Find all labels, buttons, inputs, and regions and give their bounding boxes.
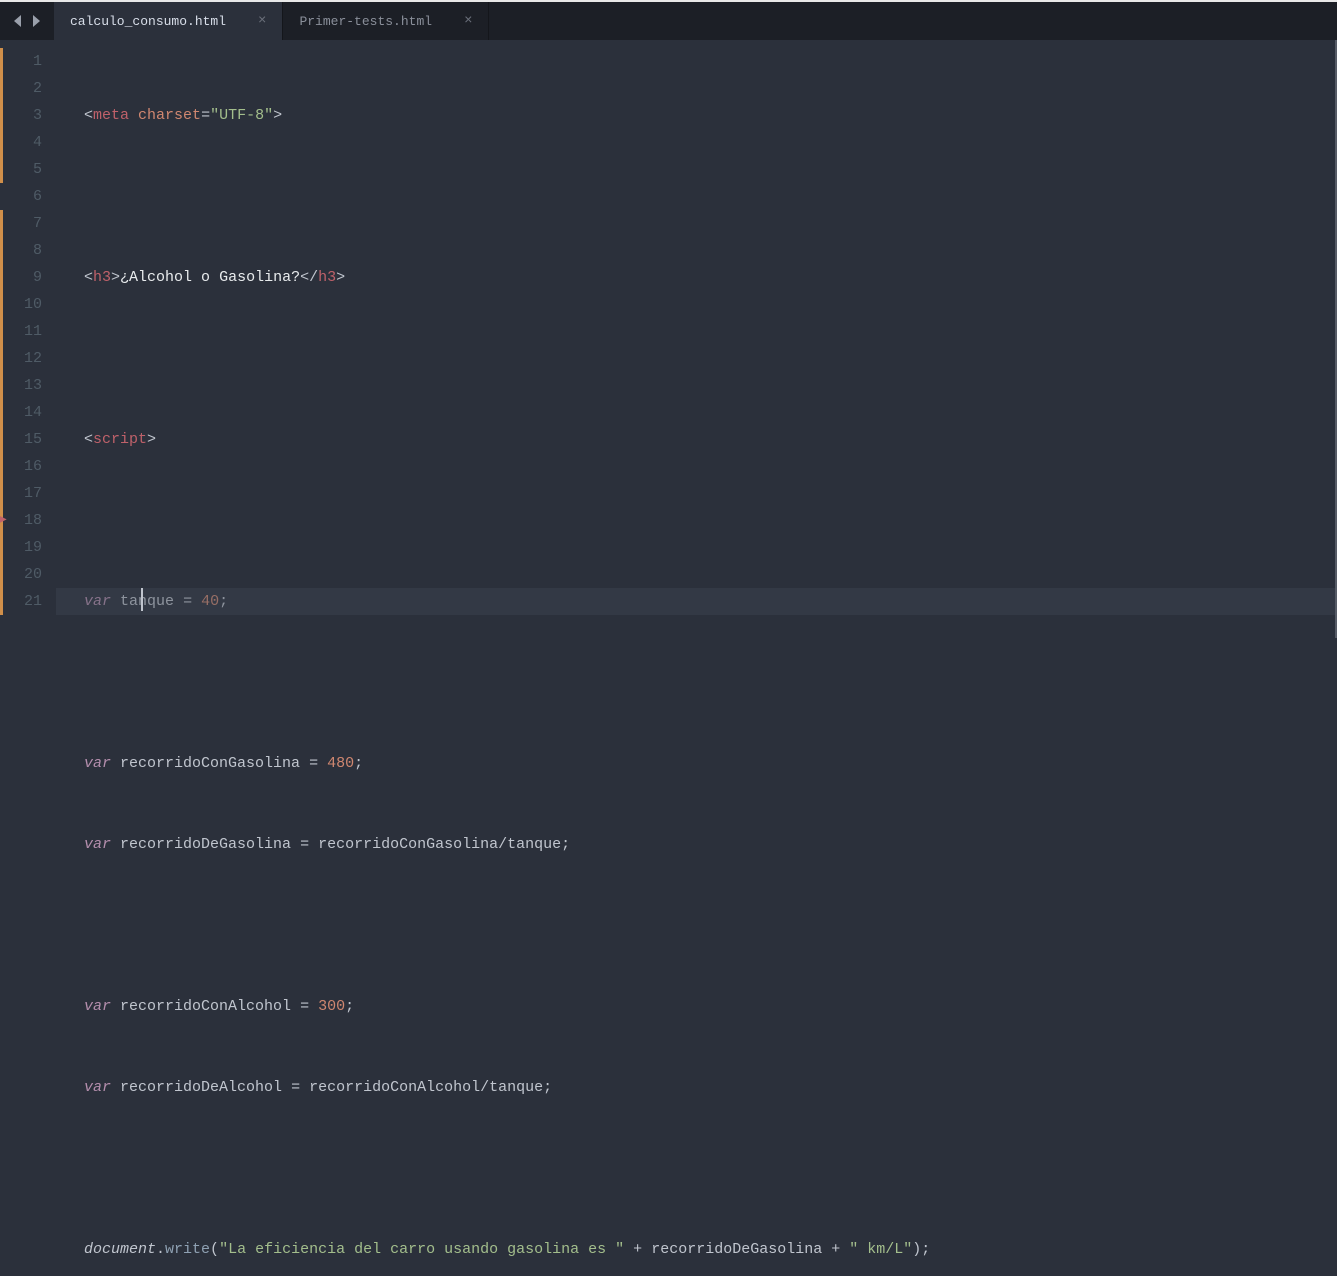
tab-label: calculo_consumo.html	[70, 14, 226, 29]
line-number: 2	[0, 75, 42, 102]
line-number: 11	[0, 318, 42, 345]
line-number: 19	[0, 534, 42, 561]
nav-back-icon[interactable]	[12, 14, 23, 28]
line-number: 14	[0, 399, 42, 426]
line-number: 5	[0, 156, 42, 183]
code-line	[84, 1155, 1337, 1182]
code-line: var recorridoConAlcohol = 300;	[84, 993, 1337, 1020]
code-line: <h3>¿Alcohol o Gasolina?</h3>	[84, 264, 1337, 291]
code-line: <script>	[84, 426, 1337, 453]
tab-calculo-consumo[interactable]: calculo_consumo.html ×	[54, 2, 283, 40]
code-line: <meta charset="UTF-8">	[84, 102, 1337, 129]
tab-primer-tests[interactable]: Primer-tests.html ×	[283, 2, 489, 40]
line-number: 6	[0, 183, 42, 210]
line-number-gutter: 1 2 3 4 5 6 7 8 9 10 11 12 13 14 15 16 1…	[0, 40, 56, 638]
line-number: 16	[0, 453, 42, 480]
line-number: 9	[0, 264, 42, 291]
code-line	[84, 669, 1337, 696]
tab-label: Primer-tests.html	[299, 14, 432, 29]
code-line: var tanque = 40;	[84, 588, 1337, 615]
line-number: 4	[0, 129, 42, 156]
code-line: var recorridoDeAlcohol = recorridoConAlc…	[84, 1074, 1337, 1101]
close-icon[interactable]: ×	[464, 14, 472, 28]
nav-forward-icon[interactable]	[31, 14, 42, 28]
line-number: 15	[0, 426, 42, 453]
modification-marker	[0, 210, 3, 615]
line-number: 3	[0, 102, 42, 129]
modification-marker	[0, 48, 3, 183]
code-line: var recorridoConGasolina = 480;	[84, 750, 1337, 777]
tab-nav-arrows	[0, 2, 54, 40]
line-number: 12	[0, 345, 42, 372]
line-number: 17	[0, 480, 42, 507]
git-change-marker-icon: ▶	[0, 514, 7, 526]
code-content[interactable]: <meta charset="UTF-8"> <h3>¿Alcohol o Ga…	[56, 40, 1337, 638]
code-line: document.write("La eficiencia del carro …	[84, 1236, 1337, 1263]
line-number: 10	[0, 291, 42, 318]
code-line: var recorridoDeGasolina = recorridoConGa…	[84, 831, 1337, 858]
code-line	[84, 183, 1337, 210]
line-number: 7	[0, 210, 42, 237]
line-number: 8	[0, 237, 42, 264]
tab-bar: calculo_consumo.html × Primer-tests.html…	[0, 2, 1337, 40]
line-number: 21	[0, 588, 42, 615]
line-number: 1	[0, 48, 42, 75]
code-line	[84, 912, 1337, 939]
close-icon[interactable]: ×	[258, 14, 266, 28]
code-editor[interactable]: 1 2 3 4 5 6 7 8 9 10 11 12 13 14 15 16 1…	[0, 40, 1337, 638]
code-line	[84, 345, 1337, 372]
line-number: 20	[0, 561, 42, 588]
code-line	[84, 507, 1337, 534]
line-number: 13	[0, 372, 42, 399]
